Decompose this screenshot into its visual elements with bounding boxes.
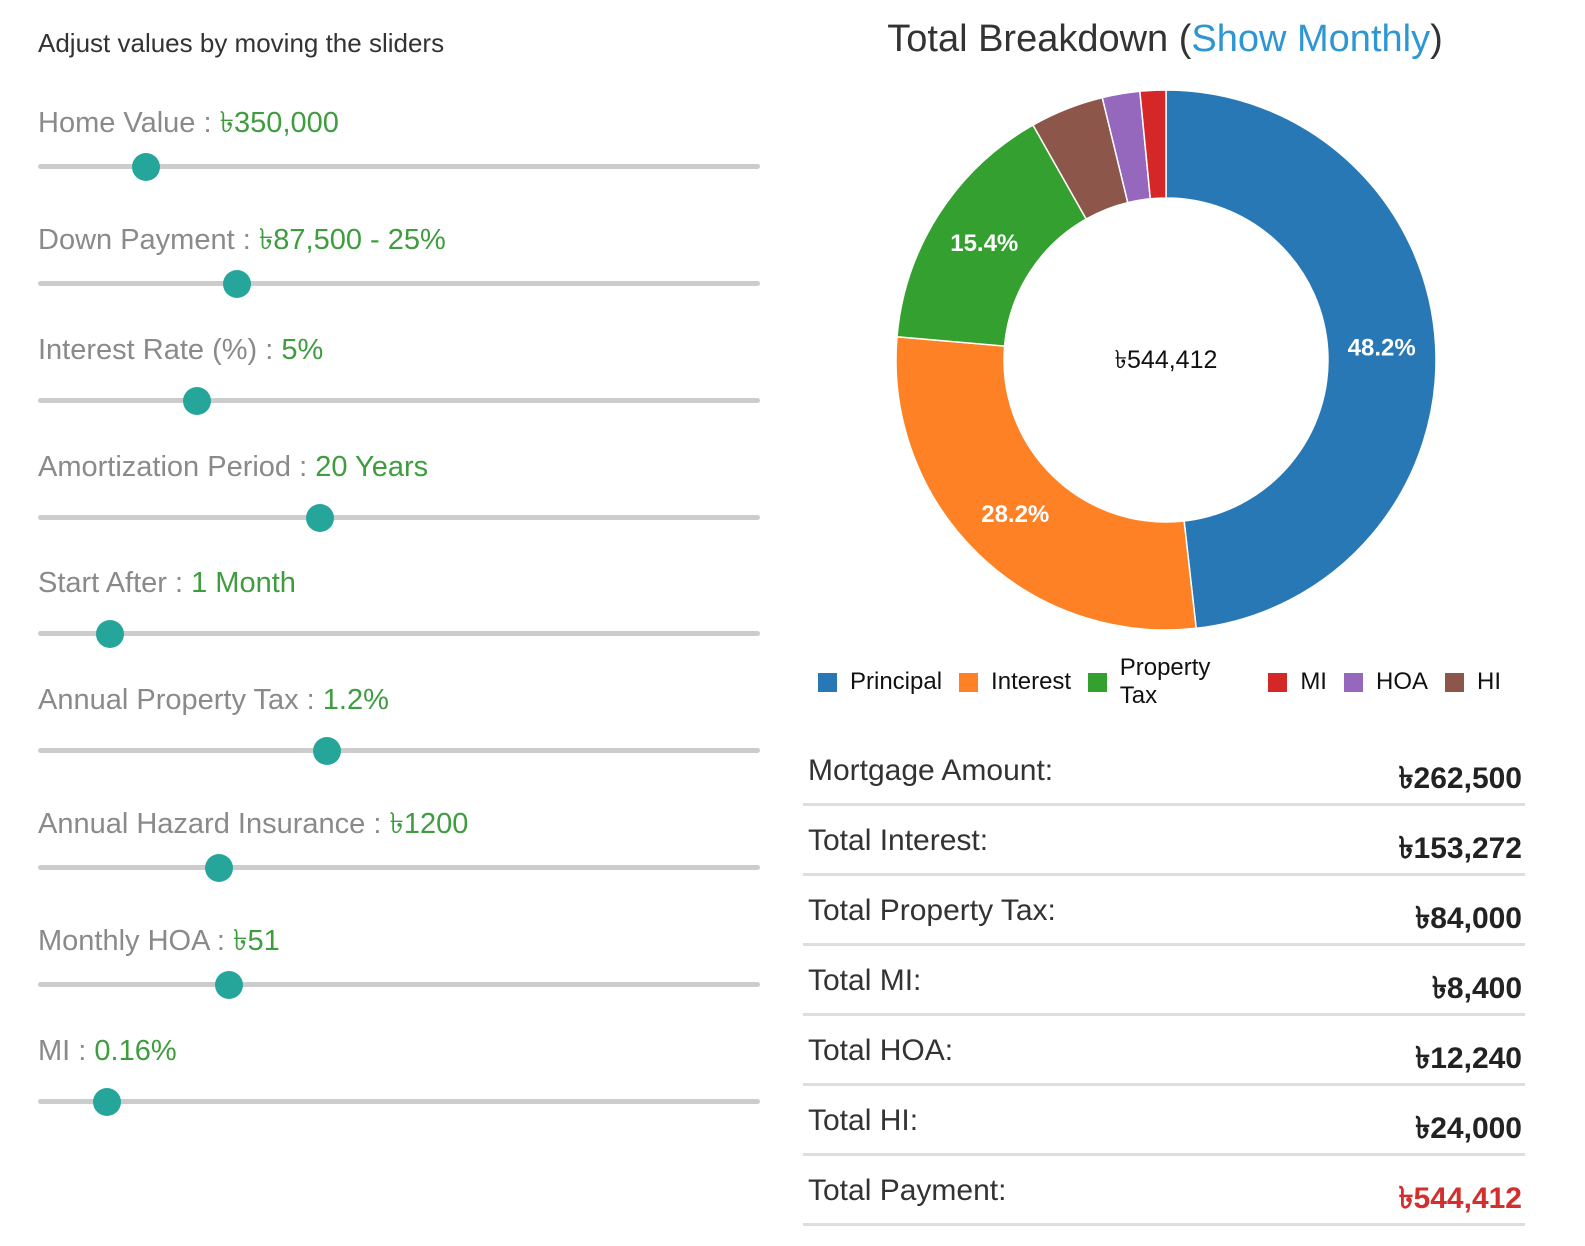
mi-value: 0.16% <box>94 1035 177 1067</box>
down-payment-label: Down Payment : ৳87,500 - 25% <box>38 224 446 256</box>
summary-row: Total HI: ৳24,000 <box>803 1088 1525 1156</box>
slice-percent-label: 28.2% <box>981 501 1049 528</box>
hazard-insurance-track[interactable] <box>38 853 760 882</box>
down-payment-slider-group: Down Payment : ৳87,500 - 25% <box>38 217 760 327</box>
monthly-hoa-value: ৳51 <box>233 925 280 957</box>
amortization-period-track[interactable] <box>38 503 760 532</box>
property-tax-value: 1.2% <box>322 684 389 716</box>
home-value-slider-group: Home Value : ৳350,000 <box>38 100 760 210</box>
donut-slice-interest[interactable] <box>895 335 1198 631</box>
summary-value: ৳8,400 <box>1431 972 1522 1005</box>
monthly-hoa-slider-group: Monthly HOA : ৳51 <box>38 918 760 1028</box>
legend-item[interactable]: HOA <box>1343 654 1428 710</box>
property-tax-slider-thumb[interactable] <box>312 736 341 765</box>
interest-rate-slider-group: Interest Rate (%) : 5% <box>38 334 760 444</box>
legend-swatch <box>1268 672 1288 692</box>
amortization-period-slider-group: Amortization Period : 20 Years <box>38 451 760 561</box>
amortization-period-value: 20 Years <box>315 451 429 483</box>
property-tax-label: Annual Property Tax : 1.2% <box>38 684 389 716</box>
summary-value: ৳153,272 <box>1398 832 1522 865</box>
chart-legend: Principal Interest Property Tax MI HOA HI <box>818 654 1518 710</box>
down-payment-value: ৳87,500 - 25% <box>258 224 446 256</box>
monthly-hoa-track[interactable] <box>38 970 760 999</box>
breakdown-title: Total Breakdown (Show Monthly) <box>887 18 1443 60</box>
summary-table: Mortgage Amount: ৳262,500 Total Interest: ৳… <box>803 738 1525 1228</box>
legend-swatch <box>818 672 837 692</box>
hazard-insurance-slider-group: Annual Hazard Insurance : ৳1200 <box>38 801 760 911</box>
summary-value: ৳84,000 <box>1415 902 1522 935</box>
legend-item[interactable]: HI <box>1445 654 1501 710</box>
home-value-slider-thumb[interactable] <box>132 152 161 181</box>
legend-item[interactable]: MI <box>1268 654 1327 710</box>
summary-value: ৳544,412 <box>1398 1182 1522 1215</box>
slice-percent-label: 15.4% <box>950 230 1018 257</box>
hazard-insurance-label: Annual Hazard Insurance : ৳1200 <box>38 808 469 840</box>
start-after-label: Start After : 1 Month <box>38 567 296 599</box>
slider-panel: Adjust values by moving the sliders Home… <box>0 0 800 1246</box>
summary-row: Total HOA: ৳12,240 <box>803 1018 1525 1086</box>
legend-swatch <box>1088 672 1107 692</box>
instructions-text: Adjust values by moving the sliders <box>38 28 445 58</box>
interest-rate-label: Interest Rate (%) : 5% <box>38 334 324 366</box>
breakdown-panel: Total Breakdown (Show Monthly) 48.2% 28.2… <box>800 0 1585 1246</box>
start-after-slider-thumb[interactable] <box>96 619 125 648</box>
summary-value: ৳24,000 <box>1415 1112 1522 1145</box>
start-after-value: 1 Month <box>191 567 296 599</box>
hazard-insurance-slider-thumb[interactable] <box>204 853 233 882</box>
summary-row: Total Interest: ৳153,272 <box>803 808 1525 876</box>
down-payment-slider-thumb[interactable] <box>222 269 251 298</box>
monthly-hoa-label: Monthly HOA : ৳51 <box>38 925 280 957</box>
summary-label: Total Payment: <box>808 1174 1007 1207</box>
monthly-hoa-slider-thumb[interactable] <box>215 970 244 999</box>
summary-label: Total HI: <box>808 1104 919 1137</box>
start-after-slider-group: Start After : 1 Month <box>38 567 760 677</box>
mi-slider-group: MI : 0.16% <box>38 1035 760 1145</box>
amortization-period-slider-thumb[interactable] <box>305 503 334 532</box>
summary-label: Total MI: <box>808 964 922 997</box>
summary-label: Total Property Tax: <box>808 894 1056 927</box>
summary-row: Total MI: ৳8,400 <box>803 948 1525 1016</box>
home-value-label: Home Value : ৳350,000 <box>38 107 339 139</box>
legend-swatch <box>1343 672 1363 692</box>
start-after-track[interactable] <box>38 619 760 648</box>
legend-item[interactable]: Interest <box>959 654 1071 710</box>
interest-rate-value: 5% <box>281 334 324 366</box>
interest-rate-slider-thumb[interactable] <box>182 386 211 415</box>
legend-label: MI <box>1300 668 1327 695</box>
summary-row: Total Payment: ৳544,412 <box>803 1158 1525 1226</box>
breakdown-donut-chart: 48.2% 28.2% 15.4% ৳544,412 <box>895 89 1437 631</box>
summary-value: ৳262,500 <box>1398 762 1522 795</box>
summary-row: Total Property Tax: ৳84,000 <box>803 878 1525 946</box>
donut-center-total: ৳544,412 <box>1115 346 1218 374</box>
down-payment-track[interactable] <box>38 269 760 298</box>
legend-swatch <box>959 672 979 692</box>
amortization-period-label: Amortization Period : 20 Years <box>38 451 429 483</box>
legend-label: Property Tax <box>1119 654 1211 709</box>
hazard-insurance-value: ৳1200 <box>389 808 469 840</box>
summary-label: Total Interest: <box>808 824 989 857</box>
summary-label: Mortgage Amount: <box>808 754 1054 787</box>
property-tax-slider-group: Annual Property Tax : 1.2% <box>38 684 760 794</box>
home-value-track[interactable] <box>38 152 760 181</box>
legend-item[interactable]: Principal <box>818 654 942 710</box>
legend-swatch <box>1445 672 1464 692</box>
mi-slider-thumb[interactable] <box>92 1087 121 1116</box>
mi-label: MI : 0.16% <box>38 1035 177 1067</box>
legend-label: HOA <box>1375 668 1428 695</box>
show-monthly-link[interactable]: Show Monthly <box>1191 18 1430 60</box>
summary-row: Mortgage Amount: ৳262,500 <box>803 738 1525 806</box>
mi-track[interactable] <box>38 1087 760 1116</box>
interest-rate-track[interactable] <box>38 386 760 415</box>
home-value-value: ৳350,000 <box>219 107 339 139</box>
legend-item[interactable]: Property Tax <box>1088 654 1251 710</box>
legend-label: Interest <box>991 668 1072 695</box>
summary-value: ৳12,240 <box>1415 1042 1522 1075</box>
legend-label: HI <box>1477 668 1501 695</box>
slice-percent-label: 48.2% <box>1348 334 1416 361</box>
legend-label: Principal <box>850 668 943 695</box>
property-tax-track[interactable] <box>38 736 760 765</box>
summary-label: Total HOA: <box>808 1034 954 1067</box>
